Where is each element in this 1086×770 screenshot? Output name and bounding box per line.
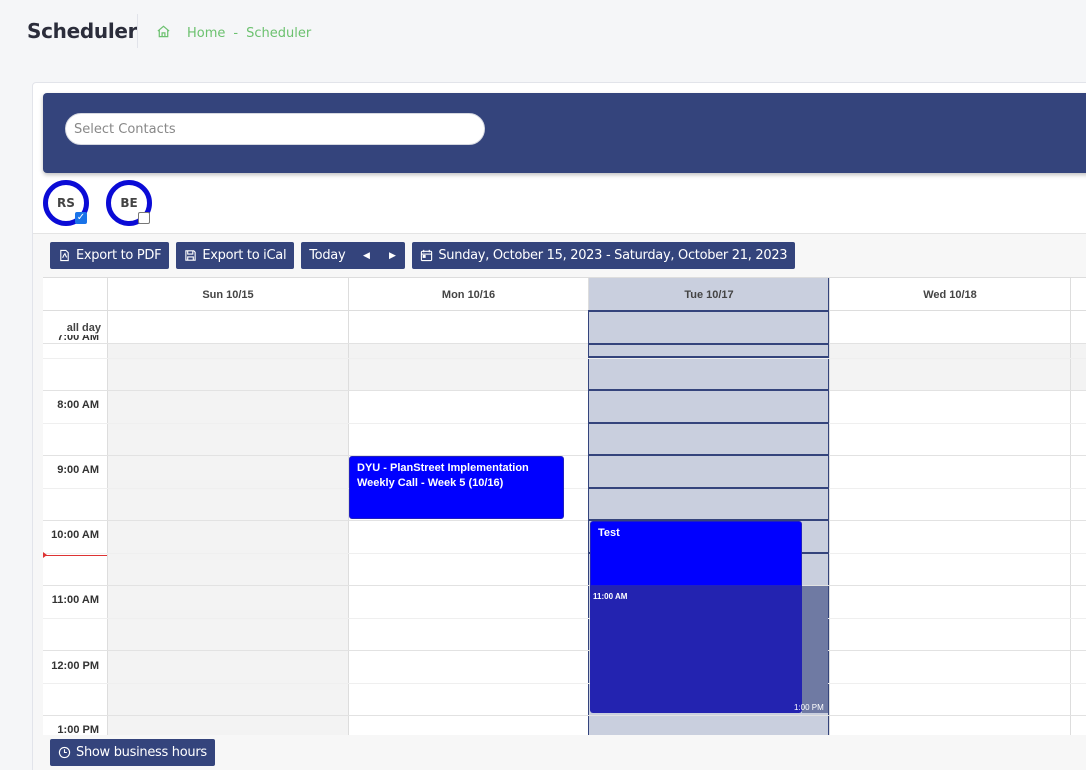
save-icon [185,250,197,261]
time-label: 10:00 AM [51,529,99,541]
time-label: 12:00 PM [51,660,99,672]
event-test-selection[interactable]: 11:00 AM [590,586,802,713]
grid-line [43,455,1086,456]
day-header-wed: Wed 10/18 [829,278,1070,311]
grid-line [43,683,1086,684]
time-label: 9:00 AM [57,464,99,476]
date-range-button[interactable]: Sunday, October 15, 2023 - Saturday, Oct… [412,242,796,269]
event-start-time: 11:00 AM [593,592,628,601]
current-time-marker [43,552,47,558]
event-selection-overflow [802,586,828,713]
home-icon[interactable] [156,24,171,43]
weekend-shade [108,344,348,735]
clock-icon [58,746,71,759]
next-arrow-icon[interactable]: ▶ [379,242,406,269]
event-dyu-weekly-call[interactable]: DYU - PlanStreet Implementation Weekly C… [349,456,564,519]
current-time-line [43,555,107,556]
calendar-grid: Sun 10/15 Mon 10/16 Tue 10/17 Wed 10/18 … [43,277,1086,735]
day-header-sun: Sun 10/15 [107,278,348,311]
today-button[interactable]: Today [301,242,354,269]
grid-line [43,715,1086,716]
time-label: 8:00 AM [57,399,99,411]
grid-col [348,311,349,735]
export-pdf-button[interactable]: Export to PDF [50,242,170,269]
grid-line [43,618,1086,619]
grid-line [43,358,1086,359]
show-business-hours-button[interactable]: Show business hours [50,739,215,766]
event-test[interactable]: Test [590,521,802,586]
grid-line [43,650,1086,651]
page-title: Scheduler [27,19,138,43]
day-header-mon: Mon 10/16 [348,278,588,311]
grid-line [43,488,1086,489]
scheduler: Export to PDF Export to iCal Today ◀ ▶ S… [33,233,1086,770]
title-divider [137,14,138,48]
breadcrumb-home[interactable]: Home [187,26,225,41]
calendar-icon [421,249,433,262]
grid-col [1070,311,1071,735]
grid-line [43,343,1086,344]
prev-arrow-icon[interactable]: ◀ [353,242,380,269]
breadcrumb-current: Scheduler [246,26,312,41]
avatar-be[interactable]: BE [106,180,152,226]
time-label: 7:00 AM [57,335,99,343]
grid-line [43,423,1086,424]
grid-line [43,553,1086,554]
day-header-tue: Tue 10/17 [588,278,829,311]
contacts-banner: Select Contacts [43,93,1086,173]
grid-line [43,390,1086,391]
select-contacts-input[interactable]: Select Contacts [65,113,485,145]
avatar-checkbox[interactable] [138,212,150,224]
date-navigation: Today ◀ ▶ [301,242,406,269]
event-end-time: 1:00 PM [794,703,824,712]
time-label: 1:00 PM [57,724,99,735]
export-ical-button[interactable]: Export to iCal [176,242,295,269]
grid-col [107,311,108,735]
grid-line [43,520,1086,521]
scheduler-card: Select Contacts RS ✓ BE Export to PDF Ex… [32,82,1086,770]
time-label: 11:00 AM [51,594,99,606]
day-header-thu [1070,278,1086,311]
scheduler-toolbar: Export to PDF Export to iCal Today ◀ ▶ S… [50,242,796,269]
grid-line [43,585,1086,586]
day-header-row: Sun 10/15 Mon 10/16 Tue 10/17 Wed 10/18 [43,278,1086,311]
avatar-initials: BE [120,196,138,210]
grid-col [829,311,830,735]
all-day-row: all day [43,311,1086,344]
avatar-checkbox-checked[interactable]: ✓ [75,212,87,224]
breadcrumb-separator: - [233,26,239,41]
avatar-initials: RS [57,196,75,210]
avatar-rs[interactable]: RS ✓ [43,180,89,226]
breadcrumb: Home - Scheduler [156,24,311,43]
pdf-icon [60,249,69,262]
